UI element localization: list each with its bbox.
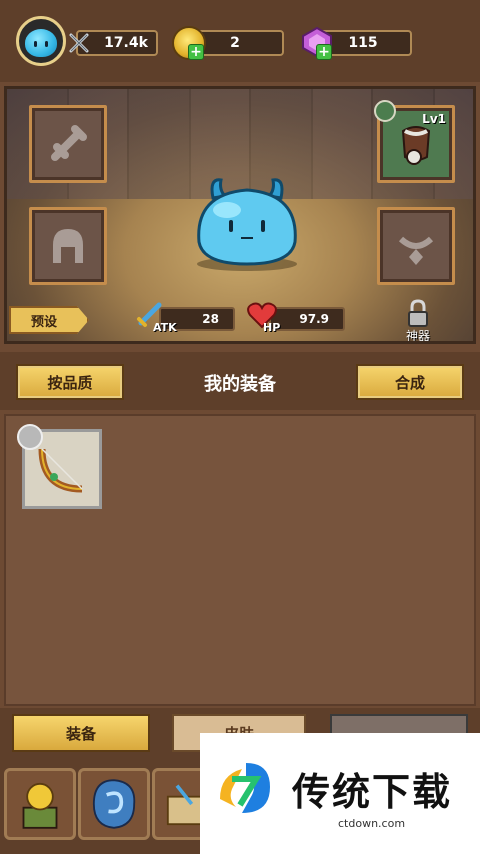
equipment-inventory <box>4 414 476 706</box>
slime-avatar-icon <box>25 29 57 57</box>
artifact-label: 神器 <box>405 329 430 343</box>
power-value: 17.4k <box>104 35 148 51</box>
add-coins-button[interactable]: + <box>188 44 204 60</box>
lock-icon <box>408 299 428 327</box>
helmet-slot[interactable] <box>29 207 107 285</box>
preset-button[interactable]: 预设 <box>9 306 89 334</box>
tab-equipment-label: 装备 <box>65 724 96 743</box>
hp-label: HP <box>263 321 281 334</box>
rune-stone-icon <box>92 779 136 829</box>
nav-rune-button[interactable] <box>78 768 150 840</box>
watermark-url: ctdown.com <box>338 817 406 830</box>
necklace-silhouette-icon <box>398 236 434 265</box>
add-gems-button[interactable]: + <box>316 44 332 60</box>
site-watermark: 传统下载 ctdown.com <box>200 733 480 854</box>
coins-value: 2 <box>230 35 240 51</box>
avatar-eye-right <box>45 41 48 47</box>
player-avatar[interactable] <box>16 16 66 66</box>
tab-equipment[interactable]: 装备 <box>12 714 150 752</box>
sort-label: 按品质 <box>47 373 93 392</box>
sort-by-quality-button[interactable]: 按品质 <box>16 364 124 400</box>
avatar-eye-left <box>34 41 37 47</box>
armor-slot[interactable]: Lv1 <box>374 100 455 183</box>
preset-label: 预设 <box>31 314 58 330</box>
bow-item[interactable] <box>17 424 102 509</box>
armor-level: Lv1 <box>422 112 446 126</box>
weapon-type-badge-icon <box>17 424 43 450</box>
hp-stat: 97.9 <box>269 307 345 331</box>
sword-silhouette-icon <box>51 125 87 161</box>
helmet-silhouette-icon <box>53 229 83 263</box>
ctdown-logo-icon <box>220 763 270 813</box>
atk-label: ATK <box>153 321 177 334</box>
equipped-shirt-icon <box>374 100 396 122</box>
leather-armor-icon <box>401 126 431 165</box>
bow-icon <box>38 448 83 493</box>
necklace-slot[interactable] <box>377 207 455 285</box>
craft-label: 合成 <box>394 373 425 392</box>
watermark-brand: 传统下载 <box>292 770 453 814</box>
equipment-title: 我的装备 <box>204 374 276 395</box>
character-arena: Lv1 预设 28 ATK 97.9 HP 神器 <box>4 86 476 344</box>
hp-value: 97.9 <box>299 312 329 326</box>
blue-slime-character <box>197 178 297 271</box>
gems-value: 115 <box>348 35 378 51</box>
craft-button[interactable]: 合成 <box>356 364 464 400</box>
atk-value: 28 <box>202 312 219 326</box>
nav-hero-button[interactable] <box>4 768 76 840</box>
weapon-slot[interactable] <box>29 105 107 183</box>
crossed-swords-icon <box>69 33 89 53</box>
artifact-button[interactable]: 神器 <box>395 299 441 343</box>
hero-trophy-icon <box>22 782 58 829</box>
